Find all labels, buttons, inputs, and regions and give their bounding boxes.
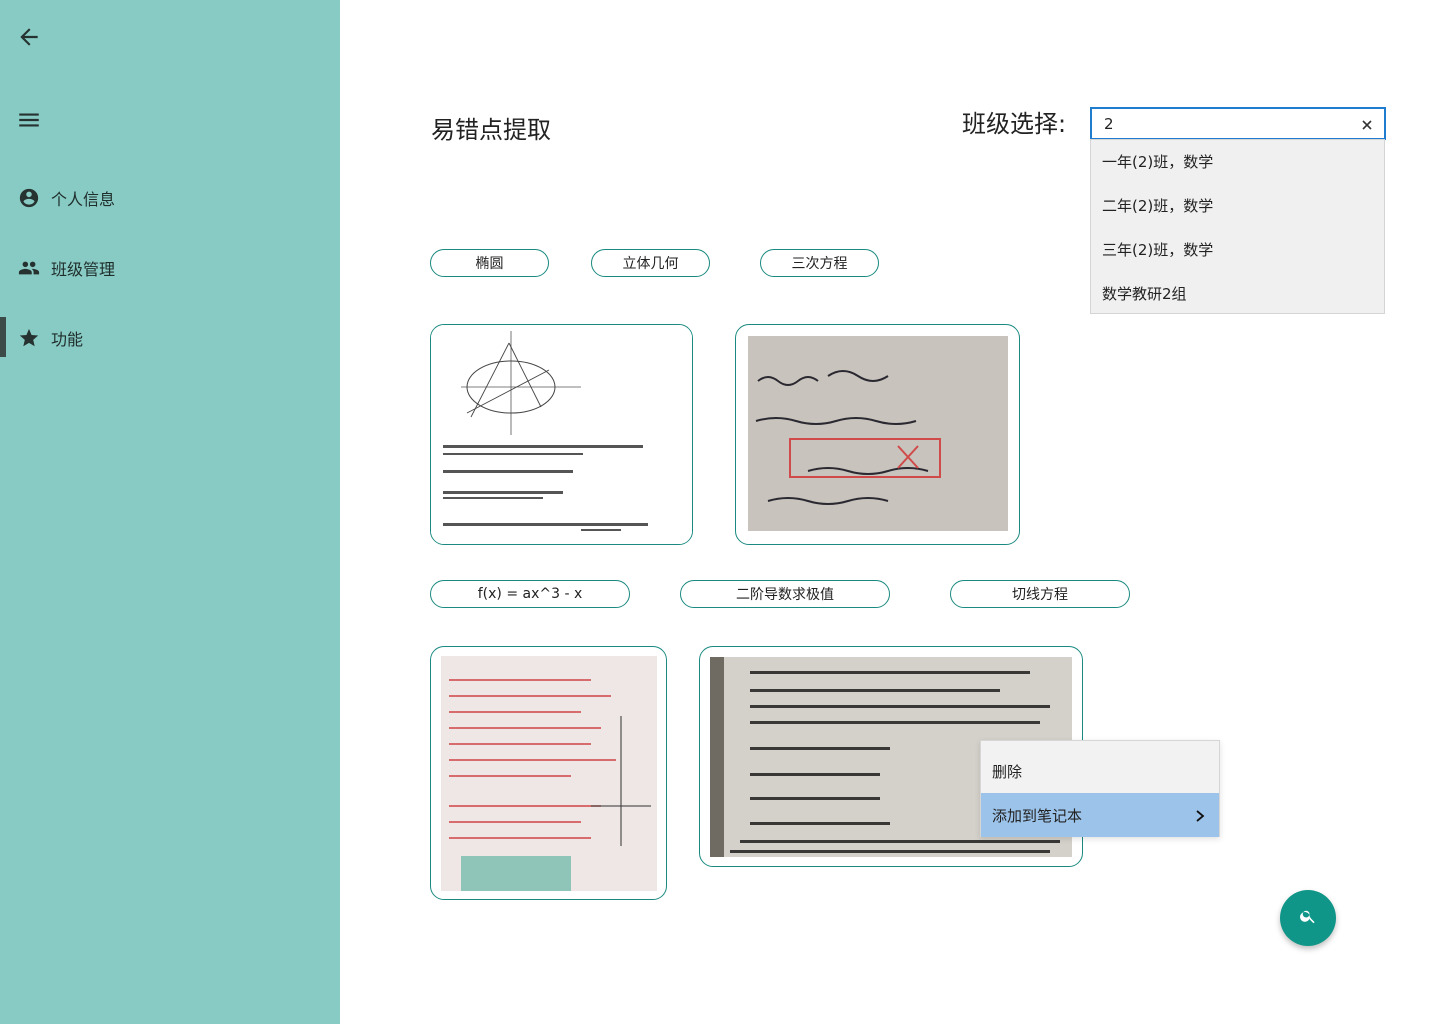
sidebar: 个人信息 班级管理 功能 (0, 0, 340, 1024)
red-ink-notes-image (441, 656, 657, 891)
close-icon[interactable] (1360, 117, 1374, 131)
sidebar-item-label: 功能 (51, 330, 84, 349)
add-to-notebook-menu-item[interactable]: 添加到笔记本 (981, 793, 1219, 837)
delete-menu-item[interactable]: 删除 (981, 749, 1219, 793)
tag-chip[interactable]: 椭圆 (430, 249, 549, 277)
people-icon (18, 257, 40, 279)
search-icon (1299, 907, 1317, 929)
sidebar-item-personal-info[interactable]: 个人信息 (0, 176, 340, 220)
dropdown-option[interactable]: 二年(2)班，数学 (1091, 184, 1384, 228)
dropdown-option[interactable]: 三年(2)班，数学 (1091, 228, 1384, 272)
tag-chip[interactable]: 立体几何 (591, 249, 710, 277)
class-search-input[interactable] (1102, 112, 1356, 136)
tag-chip[interactable]: f(x) = ax^3 - x (430, 580, 630, 608)
page-title: 易错点提取 (431, 116, 551, 144)
error-image-card-handwritten-limit[interactable] (735, 324, 1020, 545)
tag-chip[interactable]: 切线方程 (950, 580, 1130, 608)
error-image-card-red-notes[interactable] (430, 646, 667, 900)
arrow-back-icon[interactable] (16, 24, 42, 50)
context-menu: 删除 添加到笔记本 (980, 740, 1220, 837)
menu-item-label: 添加到笔记本 (992, 806, 1083, 825)
ellipse-solution-image (431, 325, 692, 544)
chevron-right-icon (1193, 808, 1207, 822)
class-dropdown: 一年(2)班，数学 二年(2)班，数学 三年(2)班，数学 数学教研2组 (1090, 139, 1385, 314)
handwritten-notes-image (748, 336, 1008, 531)
sidebar-item-label: 班级管理 (51, 260, 116, 279)
sidebar-item-functions[interactable]: 功能 (0, 316, 340, 360)
dropdown-option[interactable]: 数学教研2组 (1091, 272, 1384, 316)
sidebar-item-class-management[interactable]: 班级管理 (0, 246, 340, 290)
menu-icon[interactable] (16, 107, 42, 133)
search-fab-button[interactable] (1280, 890, 1336, 946)
dropdown-option[interactable]: 一年(2)班，数学 (1091, 140, 1384, 184)
sidebar-item-label: 个人信息 (51, 190, 116, 209)
account-circle-icon (18, 187, 40, 209)
star-icon (18, 327, 40, 349)
class-search-field[interactable] (1090, 107, 1386, 140)
class-select-label: 班级选择: (962, 110, 1067, 138)
tag-chip[interactable]: 三次方程 (760, 249, 879, 277)
tag-chip[interactable]: 二阶导数求极值 (680, 580, 890, 608)
error-image-card-ellipse[interactable] (430, 324, 693, 545)
menu-item-label: 删除 (992, 762, 1023, 781)
